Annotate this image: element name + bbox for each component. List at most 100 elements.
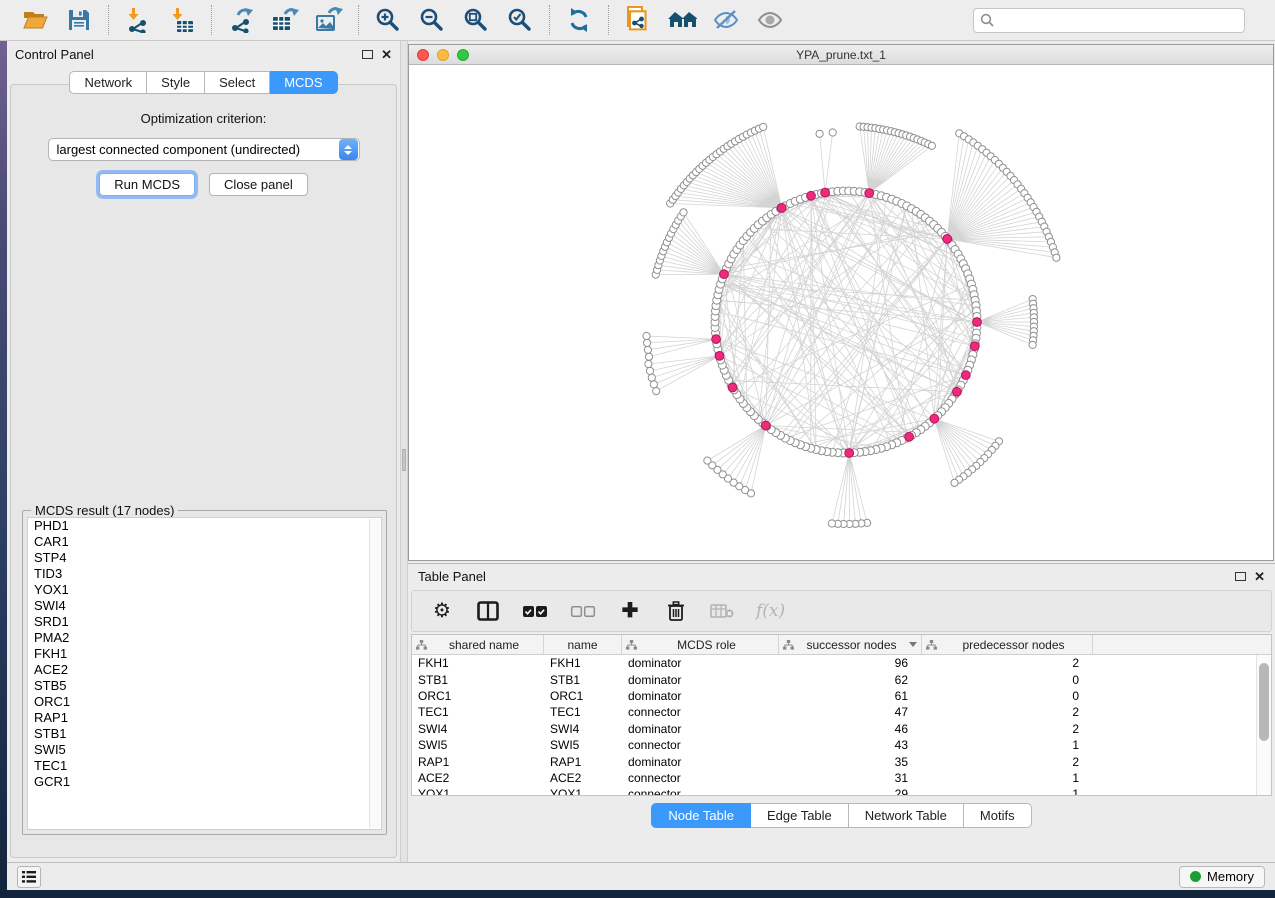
network-leaf-node[interactable] xyxy=(653,388,660,395)
table-row[interactable]: FKH1FKH1dominator962 xyxy=(412,655,1256,671)
table-row[interactable]: ACE2ACE2connector311 xyxy=(412,770,1256,786)
select-all-columns-icon[interactable] xyxy=(522,598,548,624)
add-column-plus-icon[interactable]: ✚ xyxy=(618,598,642,624)
table-row[interactable]: ORC1ORC1dominator610 xyxy=(412,688,1256,704)
mcds-hub-node[interactable] xyxy=(905,432,914,441)
mcds-hub-node[interactable] xyxy=(712,335,721,344)
result-list-scrollbar[interactable] xyxy=(369,519,380,828)
close-panel-icon[interactable]: ✕ xyxy=(381,50,392,59)
optimization-criterion-dropdown[interactable]: largest connected component (undirected) xyxy=(48,138,360,161)
mcds-hub-node[interactable] xyxy=(728,383,737,392)
network-leaf-node[interactable] xyxy=(951,479,958,486)
result-node-item[interactable]: PHD1 xyxy=(28,518,381,534)
column-header-MCDS-role[interactable]: MCDS role xyxy=(622,635,779,654)
result-node-item[interactable]: SWI5 xyxy=(28,742,381,758)
task-history-list-icon[interactable] xyxy=(17,866,41,888)
network-leaf-node[interactable] xyxy=(704,457,711,464)
export-image-icon[interactable] xyxy=(314,5,344,35)
table-row[interactable]: SWI5SWI5connector431 xyxy=(412,737,1256,753)
result-node-item[interactable]: FKH1 xyxy=(28,646,381,662)
float-table-panel-icon[interactable] xyxy=(1235,572,1246,581)
column-header-shared-name[interactable]: shared name xyxy=(412,635,544,654)
tab-edge-table[interactable]: Edge Table xyxy=(751,803,849,828)
table-row[interactable]: YOX1YOX1connector291 xyxy=(412,786,1256,796)
search-field[interactable] xyxy=(973,8,1245,33)
result-node-item[interactable]: ACE2 xyxy=(28,662,381,678)
mcds-hub-node[interactable] xyxy=(715,352,724,361)
toggle-panel-split-icon[interactable] xyxy=(476,598,500,624)
result-node-item[interactable]: ORC1 xyxy=(28,694,381,710)
result-node-item[interactable]: PMA2 xyxy=(28,630,381,646)
column-header-successor-nodes[interactable]: successor nodes xyxy=(779,635,922,654)
close-panel-button[interactable]: Close panel xyxy=(209,173,308,196)
result-node-item[interactable]: TID3 xyxy=(28,566,381,582)
vertical-splitter[interactable] xyxy=(400,41,408,862)
mcds-hub-node[interactable] xyxy=(761,421,770,430)
tab-motifs[interactable]: Motifs xyxy=(964,803,1032,828)
mcds-hub-node[interactable] xyxy=(777,204,786,213)
result-node-item[interactable]: CAR1 xyxy=(28,534,381,550)
import-network-icon[interactable] xyxy=(123,5,153,35)
mcds-hub-node[interactable] xyxy=(845,449,854,458)
network-view-canvas[interactable] xyxy=(409,66,1273,560)
import-table-icon[interactable] xyxy=(167,5,197,35)
table-settings-gear-icon[interactable]: ⚙ xyxy=(430,598,454,624)
table-row[interactable]: SWI4SWI4dominator462 xyxy=(412,721,1256,737)
float-panel-icon[interactable] xyxy=(362,50,373,59)
network-leaf-node[interactable] xyxy=(643,332,650,339)
network-window-titlebar[interactable]: YPA_prune.txt_1 xyxy=(409,45,1273,65)
splitter-grip[interactable] xyxy=(402,449,406,471)
network-leaf-node[interactable] xyxy=(645,360,652,367)
network-leaf-node[interactable] xyxy=(1053,254,1060,261)
result-node-item[interactable]: YOX1 xyxy=(28,582,381,598)
mcds-hub-node[interactable] xyxy=(807,191,816,200)
network-leaf-node[interactable] xyxy=(644,346,651,353)
table-vertical-scrollbar[interactable] xyxy=(1256,655,1271,795)
run-mcds-button[interactable]: Run MCDS xyxy=(99,173,195,196)
mcds-hub-node[interactable] xyxy=(720,270,729,279)
result-node-item[interactable]: STB5 xyxy=(28,678,381,694)
network-leaf-node[interactable] xyxy=(760,123,767,130)
zoom-out-icon[interactable] xyxy=(417,5,447,35)
result-node-item[interactable]: STB1 xyxy=(28,726,381,742)
network-leaf-node[interactable] xyxy=(829,129,836,136)
share-document-icon[interactable] xyxy=(623,5,653,35)
network-leaf-node[interactable] xyxy=(816,130,823,137)
export-table-icon[interactable] xyxy=(270,5,300,35)
result-node-item[interactable]: RAP1 xyxy=(28,710,381,726)
network-leaf-node[interactable] xyxy=(645,353,652,360)
mcds-hub-node[interactable] xyxy=(930,414,939,423)
table-row[interactable]: TEC1TEC1connector472 xyxy=(412,704,1256,720)
memory-button[interactable]: Memory xyxy=(1179,866,1265,888)
scrollbar-thumb[interactable] xyxy=(1259,663,1269,741)
mcds-hub-node[interactable] xyxy=(943,235,952,244)
hide-panels-eye-icon[interactable] xyxy=(711,5,741,35)
zoom-selected-icon[interactable] xyxy=(505,5,535,35)
home-networks-icon[interactable] xyxy=(667,5,697,35)
mcds-hub-node[interactable] xyxy=(821,188,830,197)
close-table-panel-icon[interactable]: ✕ xyxy=(1254,572,1265,581)
network-leaf-node[interactable] xyxy=(646,367,653,374)
mcds-hub-node[interactable] xyxy=(973,318,982,327)
zoom-fit-icon[interactable] xyxy=(461,5,491,35)
network-leaf-node[interactable] xyxy=(650,381,657,388)
mcds-hub-node[interactable] xyxy=(970,342,979,351)
result-node-item[interactable]: STP4 xyxy=(28,550,381,566)
network-leaf-node[interactable] xyxy=(828,520,835,527)
column-header-name[interactable]: name xyxy=(544,635,622,654)
zoom-in-icon[interactable] xyxy=(373,5,403,35)
result-node-item[interactable]: SRD1 xyxy=(28,614,381,630)
tab-mcds[interactable]: MCDS xyxy=(270,71,337,94)
save-icon[interactable] xyxy=(64,5,94,35)
tab-style[interactable]: Style xyxy=(147,71,205,94)
mcds-hub-node[interactable] xyxy=(865,189,874,198)
network-leaf-node[interactable] xyxy=(644,339,651,346)
tab-network-table[interactable]: Network Table xyxy=(849,803,964,828)
tab-select[interactable]: Select xyxy=(205,71,270,94)
result-node-item[interactable]: TEC1 xyxy=(28,758,381,774)
network-leaf-node[interactable] xyxy=(1029,341,1036,348)
network-leaf-node[interactable] xyxy=(928,142,935,149)
table-row[interactable]: RAP1RAP1dominator352 xyxy=(412,753,1256,769)
delete-column-trash-icon[interactable] xyxy=(664,598,688,624)
search-input[interactable] xyxy=(999,13,1238,27)
